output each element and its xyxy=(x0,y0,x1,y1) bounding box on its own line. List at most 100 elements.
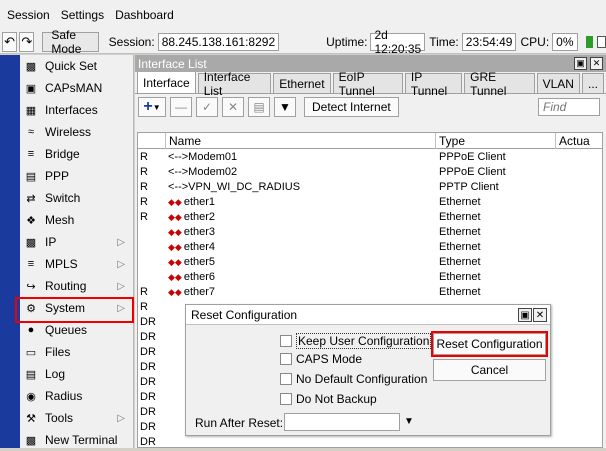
table-row[interactable]: R <-->Modem02 PPPoE Client xyxy=(138,164,602,179)
table-row[interactable]: ◆◆ ether4 Ethernet xyxy=(138,239,602,254)
nav-item-mpls[interactable]: ≡ MPLS ▷ xyxy=(20,253,133,275)
table-row[interactable]: DR xyxy=(138,434,602,448)
tab--[interactable]: ... xyxy=(581,73,604,93)
dialog-title: Reset Configuration xyxy=(191,307,298,322)
nav-item-capsman[interactable]: ▣ CAPsMAN xyxy=(20,77,133,99)
tab-gre-tunnel[interactable]: GRE Tunnel xyxy=(464,70,535,98)
tab-eoip-tunnel[interactable]: EoIP Tunnel xyxy=(332,70,403,98)
row-name: <-->Modem02 xyxy=(168,165,238,178)
no-default-config-checkbox[interactable] xyxy=(280,373,292,385)
nav-item-switch[interactable]: ⇄ Switch xyxy=(20,187,133,209)
safe-mode-button[interactable]: Safe Mode xyxy=(42,28,99,56)
actual-column-header[interactable]: Actua xyxy=(556,133,596,149)
capsman-icon: ▣ xyxy=(25,82,37,95)
nav-item-quick-set[interactable]: ▩ Quick Set xyxy=(20,55,133,77)
reset-configuration-dialog: Reset Configuration ▣ ✕ Keep User Config… xyxy=(185,304,551,436)
dialog-close-icon[interactable]: ✕ xyxy=(533,308,547,322)
table-row[interactable]: ◆◆ ether5 Ethernet xyxy=(138,254,602,269)
type-column-header[interactable]: Type xyxy=(436,133,556,149)
chevron-down-icon[interactable]: ▼ xyxy=(404,416,414,427)
do-not-backup-checkbox[interactable] xyxy=(280,393,292,405)
undo-icon[interactable]: ↶ xyxy=(2,31,18,52)
detect-internet-button[interactable]: Detect Internet xyxy=(304,97,399,117)
restore-icon[interactable]: ▣ xyxy=(574,57,587,70)
keep-user-config-checkbox[interactable] xyxy=(280,335,292,347)
tab-vlan[interactable]: VLAN xyxy=(536,73,580,93)
nav-item-radius[interactable]: ◉ Radius xyxy=(20,385,133,407)
row-type: PPPoE Client xyxy=(439,150,506,163)
row-flag: DR xyxy=(140,420,156,433)
menu-settings[interactable]: Settings xyxy=(58,8,112,22)
nav-item-ip[interactable]: ▩ IP ▷ xyxy=(20,231,133,253)
find-input[interactable] xyxy=(538,98,600,116)
row-flag: DR xyxy=(140,315,156,328)
tab-interface[interactable]: Interface xyxy=(137,71,196,93)
time-label: Time: xyxy=(429,34,459,49)
enable-icon[interactable]: ✓ xyxy=(196,97,218,117)
table-row[interactable]: ◆◆ ether6 Ethernet xyxy=(138,269,602,284)
row-name: ether2 xyxy=(183,210,216,223)
submenu-arrow-icon: ▷ xyxy=(117,412,125,424)
ethernet-icon: ◆◆ xyxy=(168,196,182,207)
lock-icon xyxy=(597,35,606,48)
row-type: PPTP Client xyxy=(439,180,499,193)
row-name: ether7 xyxy=(183,285,216,298)
submenu-arrow-icon: ▷ xyxy=(117,258,125,270)
nav-item-mesh[interactable]: ❖ Mesh xyxy=(20,209,133,231)
table-row[interactable]: R ◆◆ ether1 Ethernet xyxy=(138,194,602,209)
table-row[interactable]: R ◆◆ ether2 Ethernet xyxy=(138,209,602,224)
row-name-cell: <-->Modem01 xyxy=(166,151,436,163)
nav-item-routing[interactable]: ↪ Routing ▷ xyxy=(20,275,133,297)
table-row[interactable]: R <-->VPN_WI_DC_RADIUS PPTP Client xyxy=(138,179,602,194)
table-row[interactable]: R ◆◆ ether7 Ethernet xyxy=(138,284,602,299)
log-icon: ▤ xyxy=(25,368,37,381)
reset-configuration-button[interactable]: Reset Configuration xyxy=(431,331,548,357)
redo-icon[interactable]: ↷ xyxy=(19,31,35,52)
table-row[interactable]: R <-->Modem01 PPPoE Client xyxy=(138,149,602,164)
filter-icon[interactable]: ▼ xyxy=(274,97,296,117)
keep-user-config-label: Keep User Configuration xyxy=(296,333,432,349)
nav-item-queues[interactable]: ● Queues xyxy=(20,319,133,341)
caps-mode-option[interactable]: CAPS Mode xyxy=(280,352,362,366)
nav-item-files[interactable]: ▭ Files xyxy=(20,341,133,363)
tab-ip-tunnel[interactable]: IP Tunnel xyxy=(404,70,463,98)
keep-user-config-option[interactable]: Keep User Configuration xyxy=(280,333,432,349)
caps-mode-checkbox[interactable] xyxy=(280,353,292,365)
nav-item-label: Routing xyxy=(45,279,87,293)
menu-session[interactable]: Session xyxy=(4,8,58,22)
nav-item-label: Switch xyxy=(45,191,81,205)
nav-item-log[interactable]: ▤ Log xyxy=(20,363,133,385)
do-not-backup-option[interactable]: Do Not Backup xyxy=(280,392,377,406)
interface-tabs: Interface Interface List Ethernet EoIP Tunn… xyxy=(135,70,606,98)
row-flag: DR xyxy=(140,330,156,343)
nav-item-wireless[interactable]: ≈ Wireless xyxy=(20,121,133,143)
time-field: 23:54:49 xyxy=(461,32,517,51)
interface-list-title: Interface List xyxy=(138,56,207,71)
row-flag: DR xyxy=(140,360,156,373)
remove-icon[interactable]: — xyxy=(170,97,192,117)
tab-ethernet[interactable]: Ethernet xyxy=(273,73,331,93)
tab-interface-list[interactable]: Interface List xyxy=(197,70,272,98)
cancel-button[interactable]: Cancel xyxy=(433,359,546,381)
no-default-config-option[interactable]: No Default Configuration xyxy=(280,372,427,386)
run-after-reset-field[interactable] xyxy=(284,413,400,431)
disable-icon[interactable]: ✕ xyxy=(222,97,244,117)
close-icon[interactable]: ✕ xyxy=(590,57,603,70)
flag-column-header[interactable] xyxy=(138,133,166,149)
nav-item-bridge[interactable]: ≡ Bridge xyxy=(20,143,133,165)
terminal-icon: ▩ xyxy=(25,434,37,447)
comment-icon[interactable]: ▤ xyxy=(248,97,270,117)
add-icon[interactable]: + ▼ xyxy=(138,97,166,117)
row-type: Ethernet xyxy=(439,195,481,208)
nav-item-interfaces[interactable]: ▦ Interfaces xyxy=(20,99,133,121)
row-flag: DR xyxy=(140,375,156,388)
menu-dashboard[interactable]: Dashboard xyxy=(112,8,182,22)
wireless-icon: ≈ xyxy=(27,126,35,138)
dialog-restore-icon[interactable]: ▣ xyxy=(518,308,532,322)
radius-icon: ◉ xyxy=(26,390,36,403)
name-column-header[interactable]: Name xyxy=(166,133,436,149)
table-row[interactable]: ◆◆ ether3 Ethernet xyxy=(138,224,602,239)
nav-item-ppp[interactable]: ▤ PPP xyxy=(20,165,133,187)
nav-item-tools[interactable]: ⚒ Tools ▷ xyxy=(20,407,133,429)
row-flag: R xyxy=(140,195,148,208)
